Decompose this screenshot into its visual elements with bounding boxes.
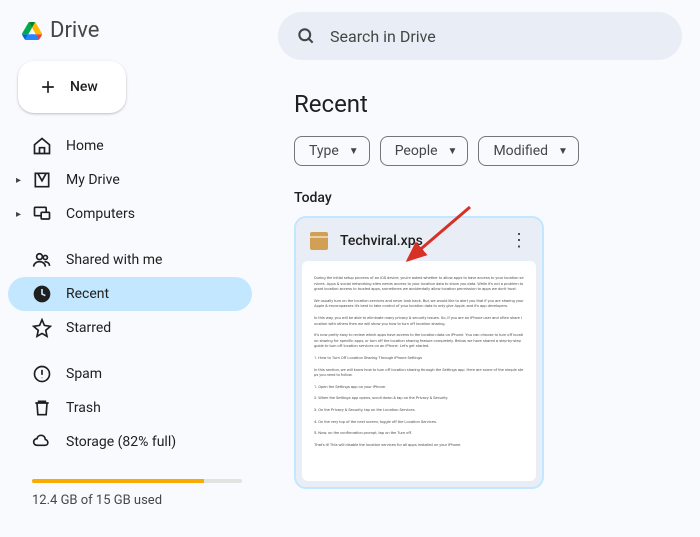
trash-icon [32, 398, 52, 418]
sidebar-item-label: Home [66, 138, 104, 154]
filter-label: Type [309, 143, 339, 159]
search-placeholder: Search in Drive [330, 27, 436, 46]
cloud-icon [32, 432, 52, 452]
nav-section-1: Home ▸ My Drive ▸ Computers [8, 129, 252, 231]
sidebar-item-storage[interactable]: Storage (82% full) [8, 425, 252, 459]
filter-label: Modified [493, 143, 548, 159]
sidebar-item-label: Starred [66, 320, 111, 336]
main: Search in Drive Recent Type ▼ People ▼ M… [260, 0, 700, 537]
filter-type[interactable]: Type ▼ [294, 136, 370, 166]
nav-section-3: Spam Trash Storage (82% full) [8, 357, 252, 459]
sidebar-item-label: My Drive [66, 172, 120, 188]
search-icon [296, 26, 316, 46]
sidebar-item-starred[interactable]: Starred [8, 311, 252, 345]
file-type-icon [310, 232, 328, 250]
sidebar-item-computers[interactable]: ▸ Computers [8, 197, 252, 231]
sidebar-item-trash[interactable]: Trash [8, 391, 252, 425]
sidebar-item-label: Computers [66, 206, 135, 222]
plus-icon [38, 77, 58, 97]
filter-people[interactable]: People ▼ [380, 136, 469, 166]
section-label: Today [260, 166, 700, 216]
sidebar-item-spam[interactable]: Spam [8, 357, 252, 391]
sidebar-item-home[interactable]: Home [8, 129, 252, 163]
storage-text: 12.4 GB of 15 GB used [8, 493, 252, 508]
sidebar-item-label: Recent [66, 286, 109, 302]
new-button[interactable]: New [18, 61, 126, 113]
search-input[interactable]: Search in Drive [278, 12, 682, 60]
app-name: Drive [50, 18, 99, 43]
star-icon [32, 318, 52, 338]
sidebar-item-label: Trash [66, 400, 101, 416]
drive-logo[interactable]: Drive [8, 12, 252, 61]
nav-section-2: Shared with me Recent Starred [8, 243, 252, 345]
chevron-down-icon: ▼ [349, 146, 359, 157]
spam-icon [32, 364, 52, 384]
storage-bar [8, 471, 252, 493]
computers-icon [32, 204, 52, 224]
caret-icon: ▸ [16, 175, 21, 186]
page-title: Recent [260, 60, 700, 136]
filter-label: People [395, 143, 438, 159]
caret-icon: ▸ [16, 209, 21, 220]
sidebar-item-label: Spam [66, 366, 102, 382]
filter-row: Type ▼ People ▼ Modified ▼ [260, 136, 700, 166]
sidebar-item-my-drive[interactable]: ▸ My Drive [8, 163, 252, 197]
home-icon [32, 136, 52, 156]
storage-fill [32, 479, 204, 483]
filter-modified[interactable]: Modified ▼ [478, 136, 579, 166]
shared-icon [32, 250, 52, 270]
drive-logo-icon [22, 21, 42, 41]
file-card[interactable]: Techviral.xps ⋮ During the initial setup… [294, 216, 544, 489]
sidebar-item-shared[interactable]: Shared with me [8, 243, 252, 277]
more-options-button[interactable]: ⋮ [506, 230, 532, 251]
chevron-down-icon: ▼ [448, 146, 458, 157]
sidebar: Drive New Home ▸ My Drive ▸ Computers Sh… [0, 0, 260, 537]
file-name: Techviral.xps [340, 233, 494, 249]
sidebar-item-label: Shared with me [66, 252, 162, 268]
file-preview: During the initial setup process of an i… [302, 261, 536, 481]
my-drive-icon [32, 170, 52, 190]
chevron-down-icon: ▼ [558, 146, 568, 157]
recent-icon [32, 284, 52, 304]
sidebar-item-label: Storage (82% full) [66, 434, 176, 450]
sidebar-item-recent[interactable]: Recent [8, 277, 252, 311]
